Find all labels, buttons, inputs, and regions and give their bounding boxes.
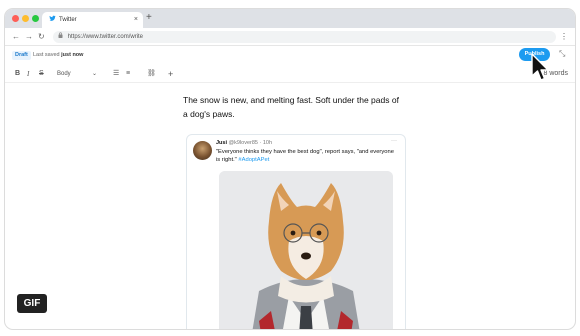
tweet-time: 10h [262, 140, 273, 146]
minimize-window-button[interactable] [22, 15, 29, 22]
close-window-button[interactable] [12, 15, 19, 22]
browser-toolbar: ← → ↻ https://www.twitter.com/write ⋮ [5, 28, 575, 46]
tweet-author-name: Jusi [216, 140, 228, 146]
browser-window: Twitter × + ← → ↻ https://www.twitter.co… [4, 8, 576, 330]
tweet-photo-dog[interactable] [219, 171, 393, 329]
reload-icon[interactable]: ↻ [38, 31, 45, 42]
twitter-bird-icon [49, 15, 56, 25]
expand-icon[interactable]: ⤡ [559, 49, 565, 59]
avatar [193, 141, 212, 160]
link-icon[interactable]: ⛓ [147, 69, 156, 79]
mouse-pointer-icon [531, 53, 549, 81]
strikethrough-button[interactable]: S [39, 69, 44, 79]
tab-strip: Twitter × + [5, 9, 575, 28]
browser-menu-icon[interactable]: ⋮ [560, 31, 568, 42]
insert-icon[interactable]: + [168, 69, 173, 79]
tab-twitter[interactable]: Twitter × [42, 12, 143, 28]
tweet-text: "Everyone thinks they have the best dog"… [216, 149, 394, 163]
chevron-down-icon[interactable]: ⌄ [92, 69, 97, 79]
italic-button[interactable]: I [27, 69, 29, 79]
zoom-window-button[interactable] [32, 15, 39, 22]
editor-header: Draft Last saved just now Publish ⤡ [5, 46, 575, 66]
embedded-tweet[interactable]: Jusi @k9lover85 · 10h ··· "Everyone thin… [186, 134, 406, 329]
tab-title: Twitter [59, 17, 77, 23]
url-text: https://www.twitter.com/write [67, 34, 144, 40]
save-status: Last saved just now [33, 52, 84, 58]
gif-badge: GIF [17, 294, 47, 313]
lock-icon [58, 32, 65, 40]
tab-close-icon[interactable]: × [134, 15, 138, 24]
editor-body-text[interactable]: The snow is new, and melting fast. Soft … [183, 93, 403, 121]
new-tab-button[interactable]: + [146, 11, 152, 25]
tweet-hashtag[interactable]: #AdoptAPet [238, 157, 269, 163]
bullet-list-icon[interactable]: ☰ [113, 69, 119, 79]
status-badge: Draft [12, 51, 31, 60]
tweet-header: Jusi @k9lover85 · 10h [216, 140, 273, 146]
format-toolbar: B I S Body ⌄ ☰ ≡ ⛓ + 8 words [5, 67, 575, 83]
back-icon[interactable]: ← [12, 31, 20, 42]
more-icon[interactable]: ··· [391, 138, 397, 145]
bold-button[interactable]: B [15, 69, 20, 79]
tweet-handle: @k9lover85 [228, 140, 258, 146]
numbered-list-icon[interactable]: ≡ [126, 69, 130, 79]
address-bar[interactable]: https://www.twitter.com/write [53, 31, 556, 43]
forward-icon[interactable]: → [25, 31, 33, 42]
